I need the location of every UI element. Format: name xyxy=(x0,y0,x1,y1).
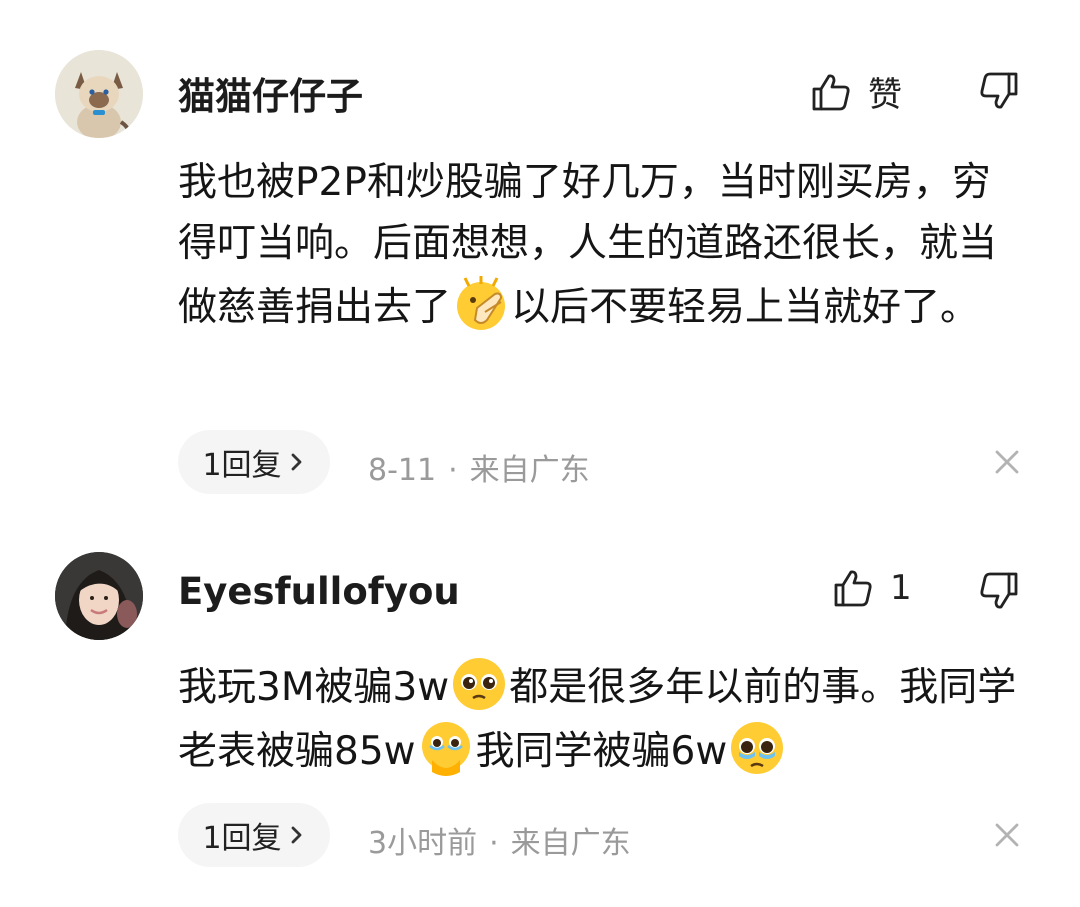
like-label: 赞 xyxy=(868,75,902,115)
comment-text: 我也被P2P和炒股骗了好几万，当时刚买房，穷得叮当响。后面想想，人生的道路还很长… xyxy=(178,152,1023,338)
close-icon[interactable] xyxy=(990,818,1024,852)
face-holding-back-tears-emoji xyxy=(421,722,470,776)
clapping-hands-emoji xyxy=(457,276,506,330)
comment-2: Eyesfullofyou 1 我玩3M被骗3w 都是很多年以前的事。我同学老表… xyxy=(0,520,1080,907)
comment-text-part: 我玩3M被骗3w xyxy=(178,665,450,710)
chevron-right-icon xyxy=(291,453,301,471)
avatar[interactable] xyxy=(55,552,143,640)
thumbs-down-icon[interactable] xyxy=(978,70,1020,112)
cat-avatar-image xyxy=(55,50,143,138)
comment-text-part: 我同学被骗6w xyxy=(475,729,728,774)
comment-time: 3小时前 xyxy=(368,826,478,861)
close-icon[interactable] xyxy=(990,445,1024,479)
meta-separator: · xyxy=(489,826,499,861)
username[interactable]: Eyesfullofyou xyxy=(178,570,460,613)
like-button[interactable]: 赞 xyxy=(810,67,902,116)
comment-text-part: 以后不要轻易上当就好了。 xyxy=(511,285,980,330)
meta-separator: · xyxy=(448,453,458,488)
comment-text: 我玩3M被骗3w 都是很多年以前的事。我同学老表被骗85w 我同学被骗6w xyxy=(178,654,1023,782)
thumbs-up-icon xyxy=(834,570,872,607)
reply-count-button[interactable]: 1回复 xyxy=(178,803,330,867)
pleading-face-emoji xyxy=(453,658,506,710)
comment-1: 猫猫仔仔子 赞 我也被P2P和炒股骗了好几万，当时刚买房，穷得叮当响。后面想想，… xyxy=(0,0,1080,520)
reply-label: 1回复 xyxy=(202,448,282,483)
comment-time: 8-11 xyxy=(368,453,437,488)
comment-location: 来自广东 xyxy=(510,826,631,861)
thumbs-up-icon xyxy=(812,73,850,110)
crying-pleading-face-emoji xyxy=(731,722,784,774)
username[interactable]: 猫猫仔仔子 xyxy=(178,66,363,120)
avatar[interactable] xyxy=(55,50,143,138)
like-button[interactable]: 1 xyxy=(832,567,912,609)
profile-photo-avatar xyxy=(55,552,143,640)
like-count: 1 xyxy=(890,568,912,608)
chevron-right-icon xyxy=(291,826,301,844)
comment-meta: 8-11 · 来自广东 xyxy=(368,445,590,489)
thumbs-down-icon[interactable] xyxy=(978,570,1020,612)
comment-location: 来自广东 xyxy=(469,453,590,488)
reply-label: 1回复 xyxy=(202,821,282,856)
reply-count-button[interactable]: 1回复 xyxy=(178,430,330,494)
comment-meta: 3小时前 · 来自广东 xyxy=(368,818,631,862)
